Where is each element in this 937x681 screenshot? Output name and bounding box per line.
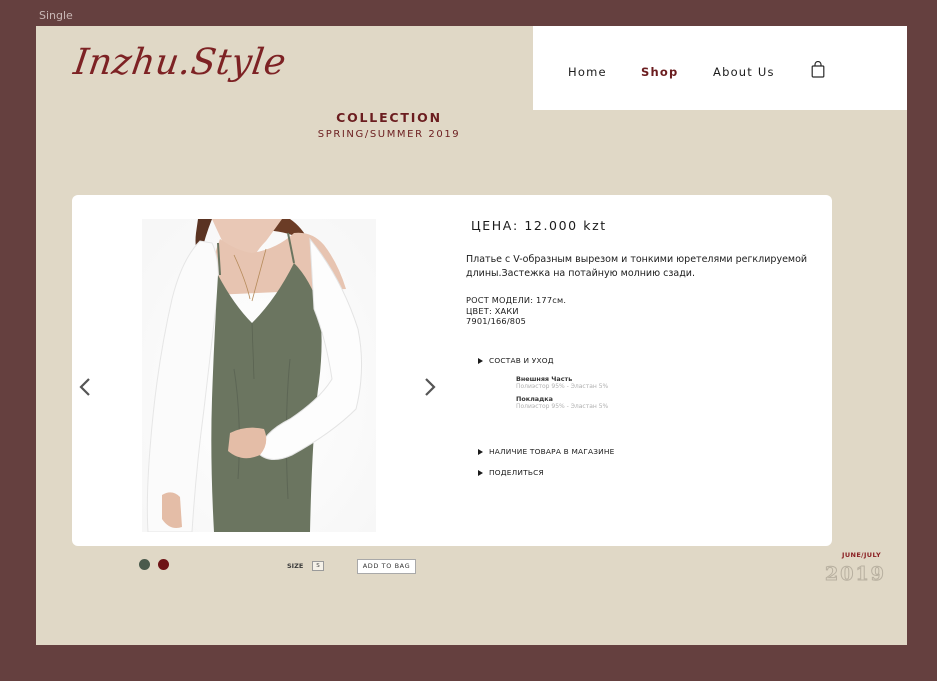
product-photo bbox=[142, 219, 376, 532]
release-year: 2019 bbox=[825, 563, 886, 586]
accordion-share-label: ПОДЕЛИТЬСЯ bbox=[489, 468, 544, 477]
color-swatch-khaki[interactable] bbox=[139, 559, 150, 570]
add-to-bag-button[interactable]: ADD TO BAG bbox=[357, 559, 416, 574]
accordion-availability-label: НАЛИЧИЕ ТОВАРА В МАГАЗИНЕ bbox=[489, 447, 615, 456]
triangle-right-icon bbox=[478, 448, 483, 455]
collection-subtitle: SPRING/SUMMER 2019 bbox=[317, 129, 461, 140]
accordion-availability[interactable]: НАЛИЧИЕ ТОВАРА В МАГАЗИНЕ bbox=[478, 447, 615, 456]
shopping-bag-icon[interactable] bbox=[811, 61, 825, 78]
composition-value: Полиэстор 95% - Эластан 5% bbox=[516, 383, 609, 390]
release-season: JUNE/JULY bbox=[842, 551, 882, 559]
size-label: SIZE bbox=[287, 562, 304, 570]
frame-label: Single bbox=[39, 9, 73, 22]
spec-article: 7901/166/805 bbox=[466, 316, 527, 326]
nav-item-about-us[interactable]: About Us bbox=[713, 65, 775, 79]
nav-item-home[interactable]: Home bbox=[568, 65, 607, 79]
composition-heading: Покладка bbox=[516, 395, 553, 403]
spec-color: ЦВЕТ: ХАКИ bbox=[466, 306, 519, 316]
accordion-composition[interactable]: СОСТАВ И УХОД bbox=[478, 356, 554, 365]
spec-model-height: РОСТ МОДЕЛИ: 177см. bbox=[466, 295, 567, 305]
accordion-composition-label: СОСТАВ И УХОД bbox=[489, 356, 554, 365]
product-description: Платье с V-образным вырезом и тонкими юр… bbox=[466, 254, 808, 279]
chevron-right-icon[interactable] bbox=[423, 376, 437, 398]
size-selector[interactable]: S bbox=[312, 561, 324, 571]
triangle-right-icon bbox=[478, 469, 483, 476]
color-swatch-burgundy[interactable] bbox=[158, 559, 169, 570]
triangle-right-icon bbox=[478, 357, 483, 364]
composition-value: Полиэстор 95% - Эластан 5% bbox=[516, 403, 609, 410]
chevron-left-icon[interactable] bbox=[78, 376, 92, 398]
product-card: ЦЕНА: 12.000 kzt Платье с V-образным выр… bbox=[72, 195, 832, 546]
product-price: ЦЕНА: 12.000 kzt bbox=[471, 218, 607, 233]
top-navigation: Home Shop About Us bbox=[533, 26, 907, 110]
artboard: Inzhu.Style Home Shop About Us COLLECTIO… bbox=[36, 26, 907, 645]
collection-title: COLLECTION bbox=[336, 110, 442, 125]
accordion-share[interactable]: ПОДЕЛИТЬСЯ bbox=[478, 468, 544, 477]
composition-heading: Внешняя Часть bbox=[516, 375, 573, 383]
brand-logo[interactable]: Inzhu.Style bbox=[71, 42, 289, 83]
nav-item-shop[interactable]: Shop bbox=[641, 65, 678, 79]
